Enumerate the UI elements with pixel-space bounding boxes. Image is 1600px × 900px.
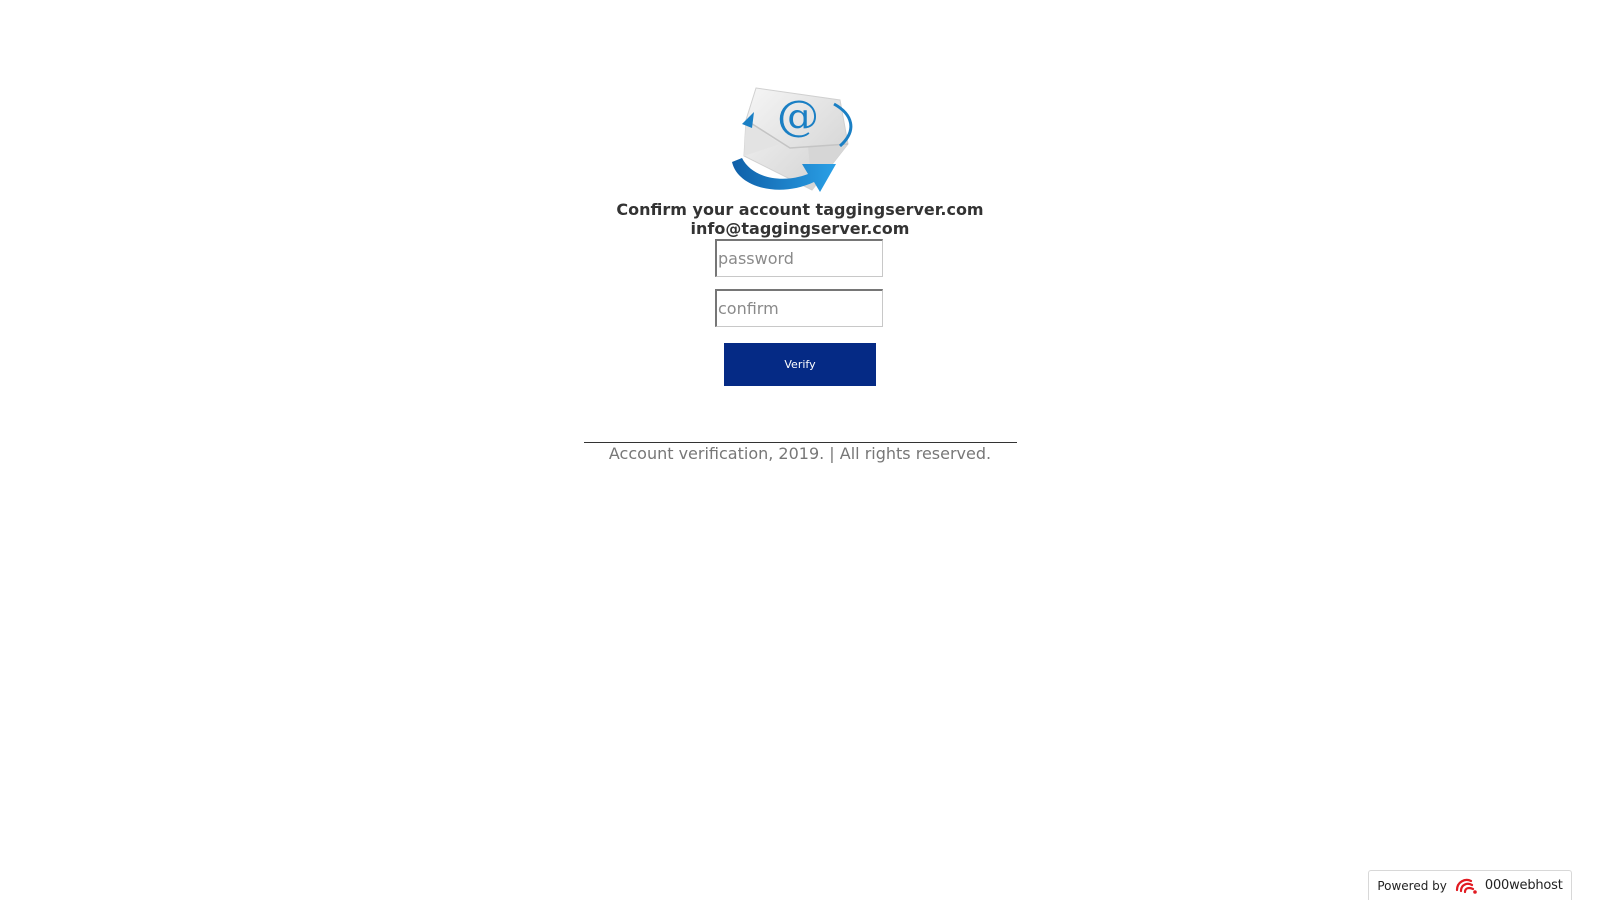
000webhost-logo-icon bbox=[1455, 878, 1477, 894]
password-input[interactable] bbox=[715, 239, 883, 277]
powered-by-badge[interactable]: Powered by 000webhost bbox=[1368, 870, 1572, 900]
svg-text:@: @ bbox=[777, 91, 819, 140]
footer-copyright: Account verification, 2019. | All rights… bbox=[608, 444, 992, 463]
page: @ Confirm your account taggingserver.com… bbox=[0, 0, 1600, 900]
powered-by-label: Powered by bbox=[1377, 878, 1447, 893]
powered-by-brand: 000webhost bbox=[1484, 878, 1563, 893]
footer-divider bbox=[584, 442, 1017, 443]
account-heading: Confirm your account taggingserver.com i… bbox=[0, 200, 1600, 238]
email-envelope-at-icon: @ bbox=[732, 87, 853, 192]
heading-line-domain: Confirm your account taggingserver.com bbox=[616, 200, 984, 219]
heading-line-email: info@taggingserver.com bbox=[690, 219, 910, 238]
confirm-password-input[interactable] bbox=[715, 289, 883, 327]
verify-button[interactable]: Verify bbox=[724, 343, 876, 386]
